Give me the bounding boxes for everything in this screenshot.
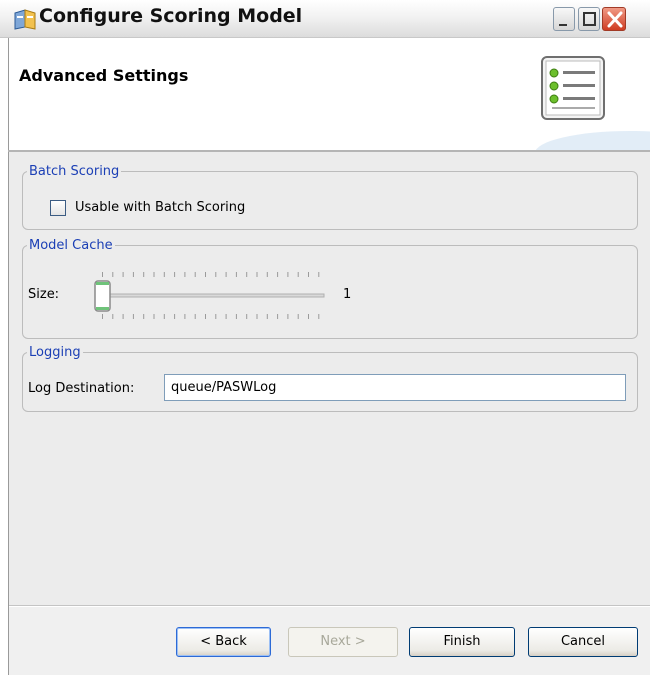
batch-scoring-legend: Batch Scoring: [29, 164, 120, 179]
back-button[interactable]: < Back: [176, 627, 271, 657]
minimize-icon: [559, 24, 567, 26]
wizard-header: Advanced Settings: [0, 38, 650, 150]
settings-list-icon: [541, 56, 605, 120]
batch-scoring-checkbox[interactable]: [50, 200, 66, 216]
window-title: Configure Scoring Model: [39, 5, 303, 27]
cache-size-slider[interactable]: [92, 268, 332, 324]
cache-size-label: Size:: [28, 287, 60, 302]
next-button[interactable]: Next >: [288, 627, 398, 657]
slider-ticks-top: [102, 272, 320, 277]
logging-legend: Logging: [29, 345, 81, 360]
close-button[interactable]: [602, 7, 626, 31]
cache-size-value: 1: [343, 287, 352, 302]
wizard-body: [9, 152, 650, 675]
model-cache-legend: Model Cache: [29, 238, 113, 253]
title-bar[interactable]: Configure Scoring Model: [0, 0, 650, 38]
log-destination-label: Log Destination:: [28, 381, 135, 396]
slider-ticks-bottom: [102, 314, 320, 319]
close-icon: [607, 11, 623, 28]
page-title: Advanced Settings: [19, 66, 189, 85]
app-icon: [14, 9, 36, 30]
minimize-button[interactable]: [553, 7, 575, 31]
cancel-button[interactable]: Cancel: [528, 627, 638, 657]
maximize-button[interactable]: [578, 7, 600, 31]
log-destination-input[interactable]: [164, 374, 626, 401]
batch-scoring-checkbox-label[interactable]: Usable with Batch Scoring: [75, 200, 245, 215]
batch-scoring-group: Batch Scoring: [22, 164, 638, 230]
finish-button[interactable]: Finish: [409, 627, 515, 657]
slider-track: [97, 293, 325, 298]
slider-thumb[interactable]: [94, 280, 111, 312]
maximize-icon: [583, 12, 596, 26]
